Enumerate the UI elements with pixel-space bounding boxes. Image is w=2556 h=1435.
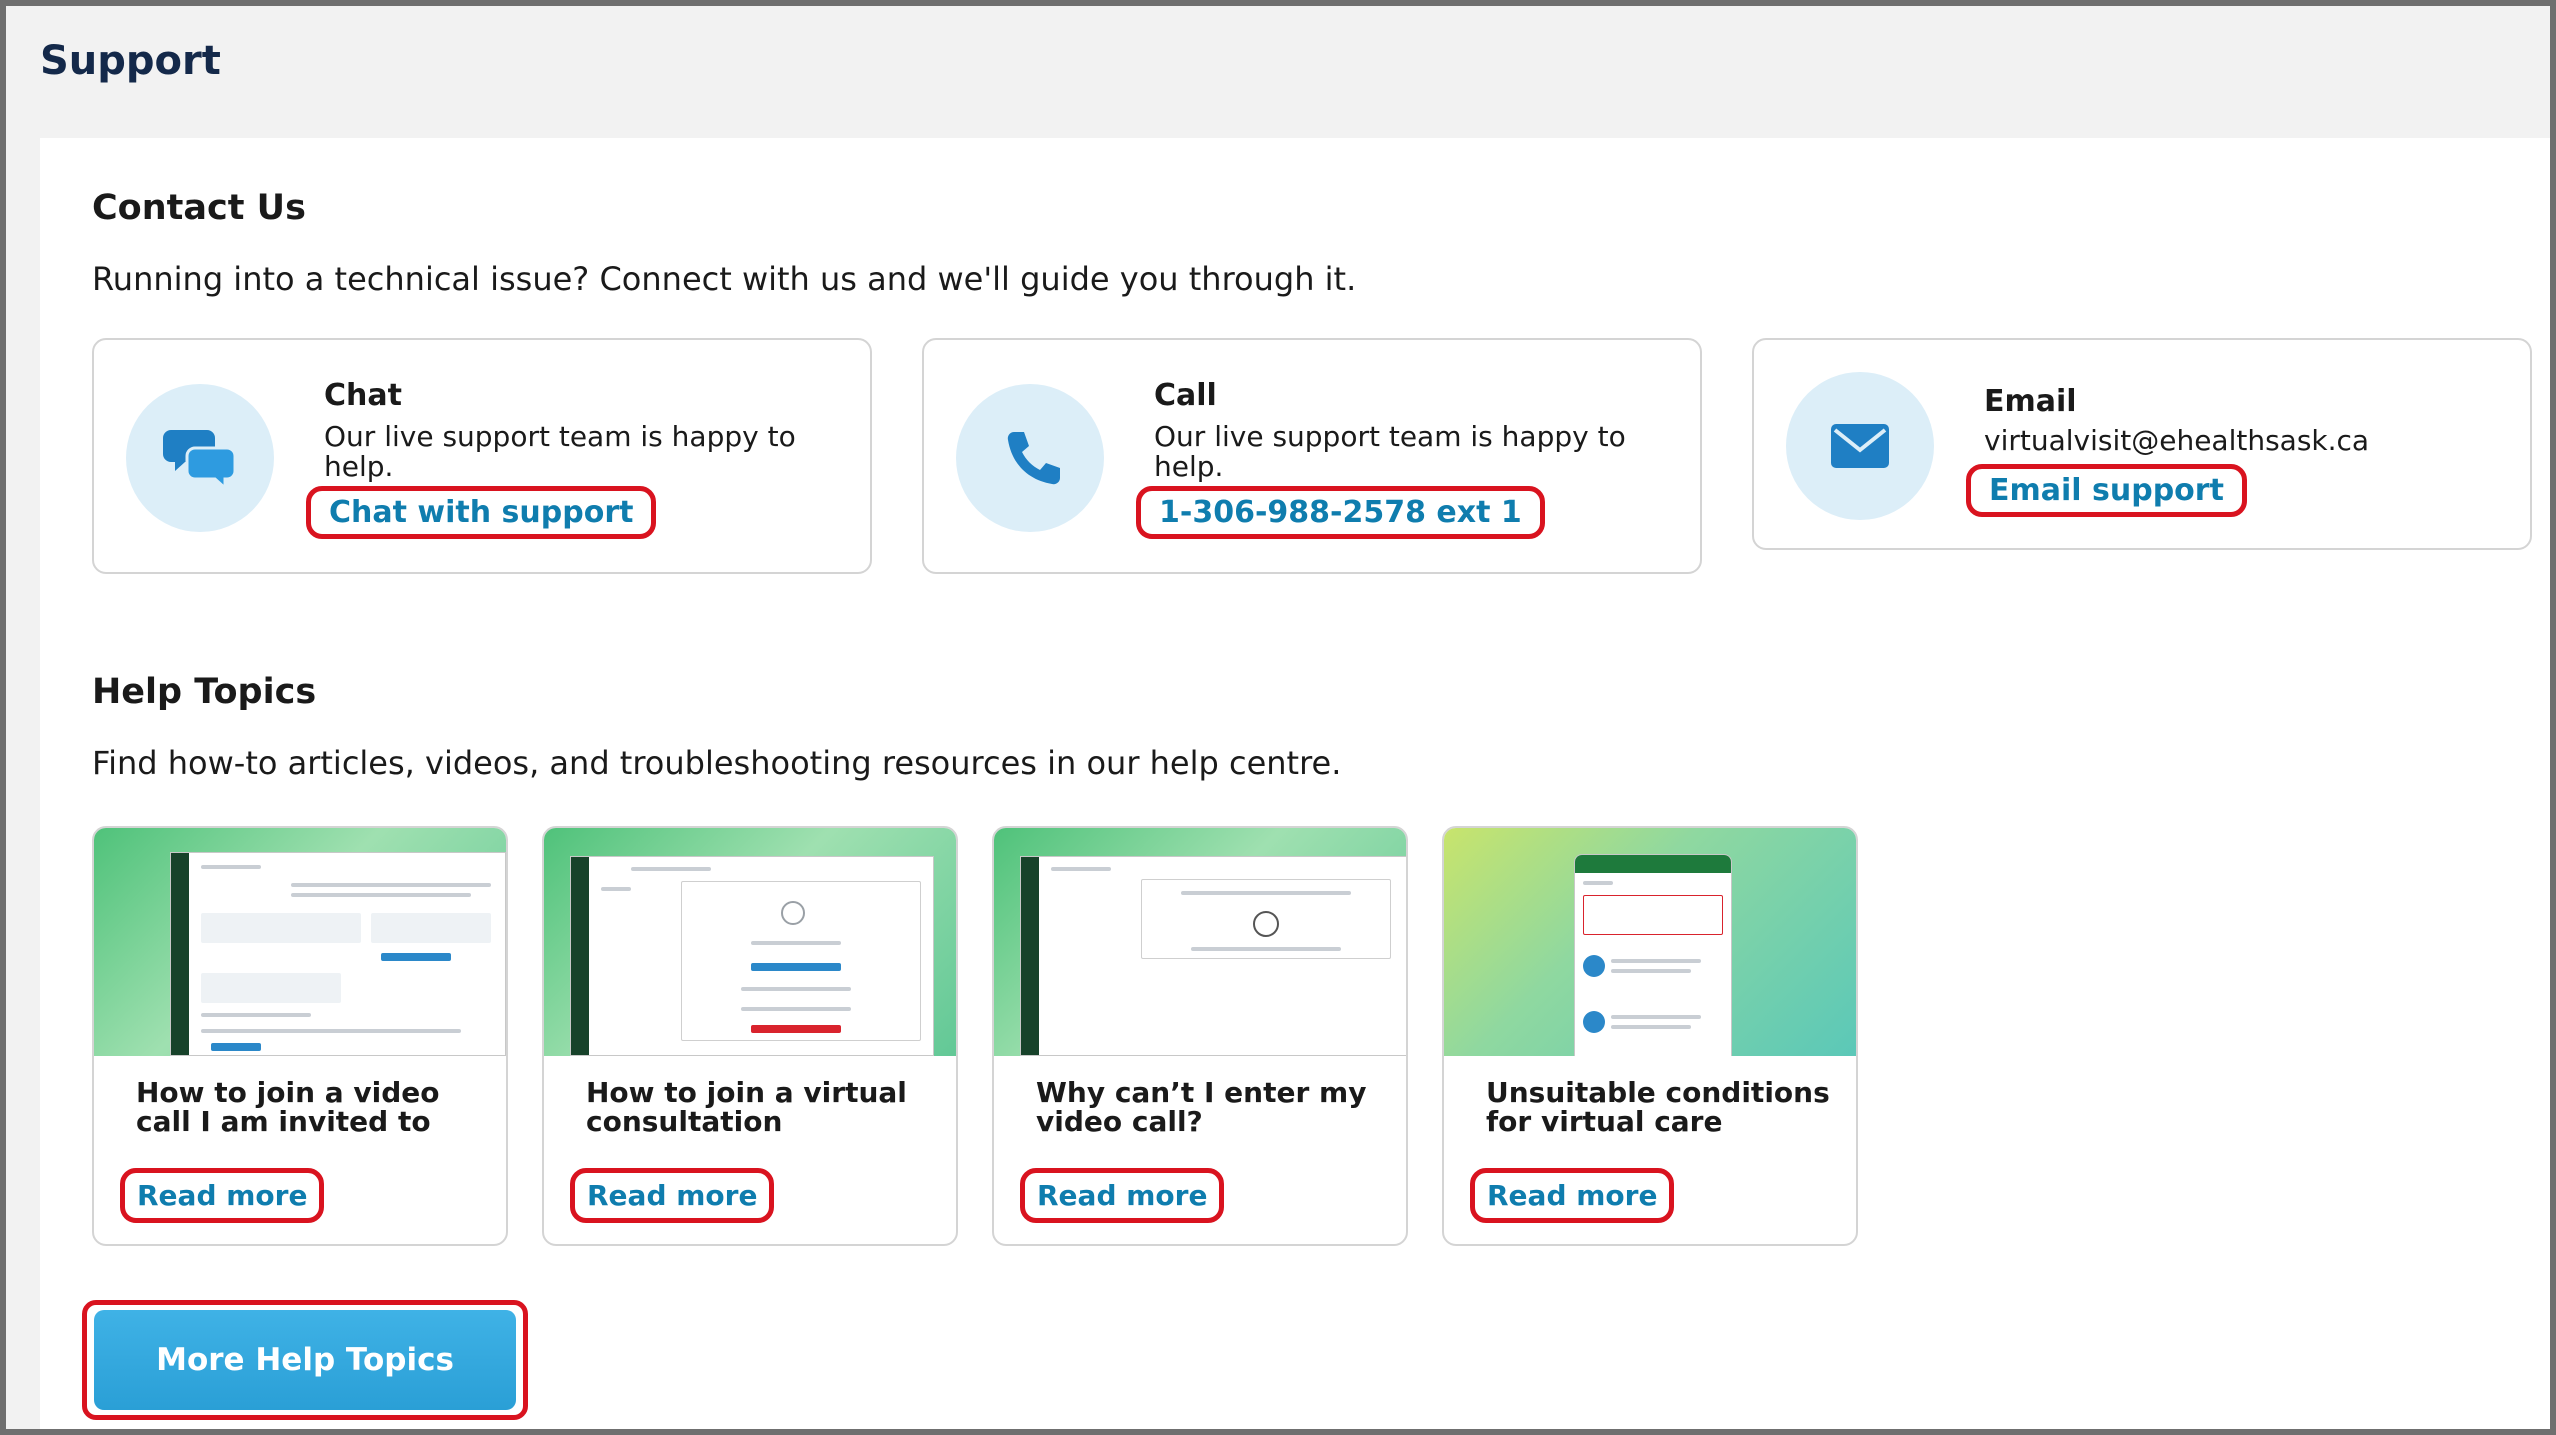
help-topic-thumbnail <box>994 828 1406 1056</box>
content-panel: Contact Us Running into a technical issu… <box>40 138 2550 1429</box>
read-more-link[interactable]: Read more <box>120 1168 325 1223</box>
help-topic-title: How to join a video call I am invited to <box>136 1076 440 1138</box>
support-page: Support Contact Us Running into a techni… <box>0 0 2556 1435</box>
screenshot-mockup <box>570 856 934 1056</box>
help-topic-card[interactable]: Why can’t I enter my video call? Read mo… <box>992 826 1408 1246</box>
screenshot-mockup <box>1020 856 1406 1056</box>
email-support-link[interactable]: Email support <box>1966 464 2247 517</box>
read-more-link[interactable]: Read more <box>1470 1168 1675 1223</box>
read-more-link[interactable]: Read more <box>570 1168 775 1223</box>
call-description: Our live support team is happy to help. <box>1154 420 1626 483</box>
help-topic-card[interactable]: How to join a video call I am invited to… <box>92 826 508 1246</box>
help-topic-title: Unsuitable conditions for virtual care <box>1486 1076 1830 1138</box>
help-topic-card[interactable]: How to join a virtual consultation Read … <box>542 826 958 1246</box>
phone-icon <box>956 384 1104 532</box>
envelope-icon <box>1786 372 1934 520</box>
chat-heading: Chat <box>324 378 402 413</box>
email-card: Email virtualvisit@ehealthsask.ca Email … <box>1752 338 2532 550</box>
call-heading: Call <box>1154 378 1217 413</box>
help-topic-thumbnail <box>1444 828 1856 1056</box>
help-topic-card[interactable]: Unsuitable conditions for virtual care R… <box>1442 826 1858 1246</box>
read-more-link[interactable]: Read more <box>1020 1168 1225 1223</box>
email-address: virtualvisit@ehealthsask.ca <box>1984 424 2370 457</box>
chat-bubbles-icon <box>126 384 274 532</box>
help-topics-heading: Help Topics <box>92 672 317 712</box>
help-topic-thumbnail <box>94 828 506 1056</box>
help-topic-title: How to join a virtual consultation <box>586 1076 907 1138</box>
call-phone-link[interactable]: 1-306-988-2578 ext 1 <box>1136 486 1545 539</box>
page-title: Support <box>40 38 221 84</box>
chat-card: Chat Our live support team is happy to h… <box>92 338 872 574</box>
screenshot-mockup <box>170 852 506 1056</box>
chat-with-support-link[interactable]: Chat with support <box>306 486 657 539</box>
help-topics-description: Find how-to articles, videos, and troubl… <box>92 744 1342 782</box>
contact-us-description: Running into a technical issue? Connect … <box>92 260 1357 298</box>
help-topic-thumbnail <box>544 828 956 1056</box>
more-help-topics-button[interactable]: More Help Topics <box>94 1310 516 1410</box>
email-heading: Email <box>1984 384 2077 419</box>
contact-us-heading: Contact Us <box>92 188 306 228</box>
help-topic-title: Why can’t I enter my video call? <box>1036 1076 1367 1138</box>
phone-mockup <box>1574 854 1732 1056</box>
chat-description: Our live support team is happy to help. <box>324 420 796 483</box>
call-card: Call Our live support team is happy to h… <box>922 338 1702 574</box>
